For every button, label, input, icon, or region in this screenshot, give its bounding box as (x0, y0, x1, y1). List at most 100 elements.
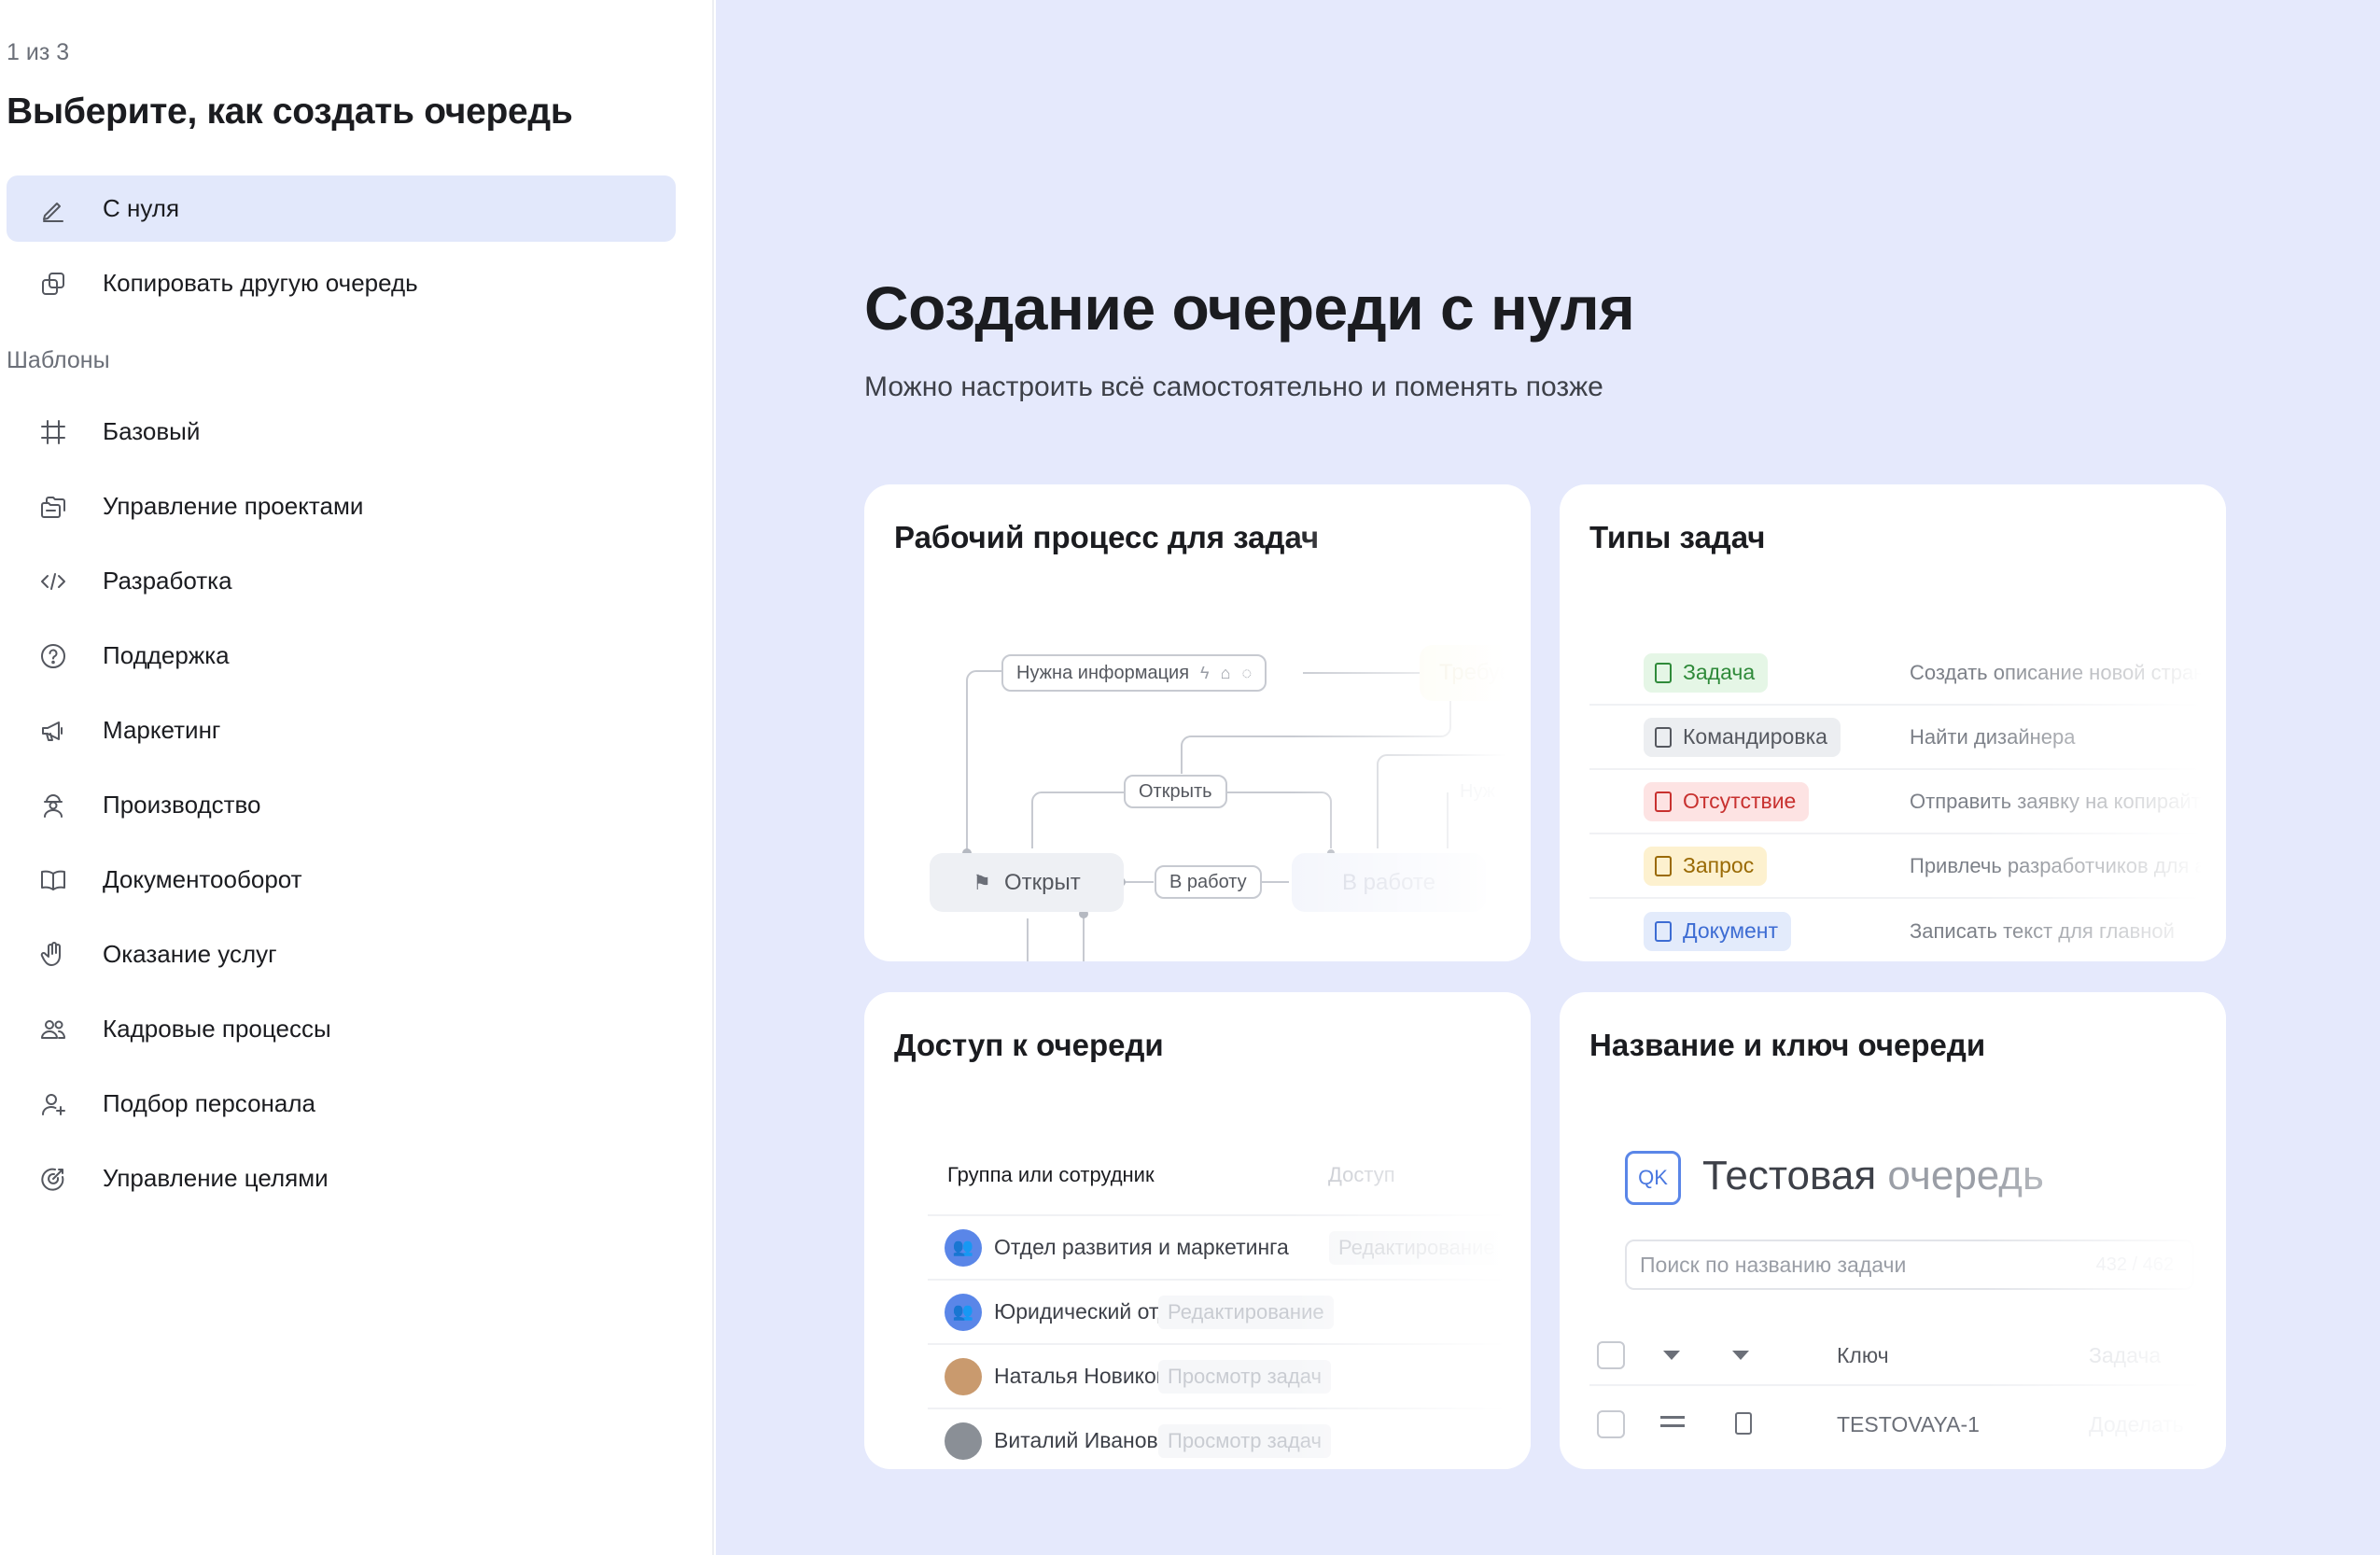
pencil-icon (38, 194, 68, 224)
task-key: TESTOVAYA-1 (1837, 1412, 1980, 1436)
table-divider (1589, 1384, 2226, 1386)
priority-sort-icon (1663, 1351, 1680, 1360)
option-copy-queue[interactable]: Копировать другую очередь (7, 250, 676, 316)
search-counter: 432 / 462 (2095, 1254, 2174, 1275)
document-icon (1655, 726, 1672, 748)
step-indicator: 1 из 3 (7, 39, 70, 65)
template-services[interactable]: Оказание услуг (7, 921, 676, 988)
queue-name-soft: очередь (1887, 1153, 2044, 1198)
task-type-badge: Задача (1644, 652, 1769, 693)
search-placeholder: Поиск по названию задачи (1640, 1252, 1907, 1277)
comment-icon: ◌ (1241, 663, 1253, 682)
target-icon (38, 1164, 68, 1194)
access-subject: Виталий Иванов (994, 1428, 1158, 1452)
task-example: Найти дизайнера (1910, 724, 2076, 749)
user-avatar-icon (945, 1357, 982, 1395)
template-label: Подбор персонала (103, 1089, 315, 1117)
template-label: Базовый (103, 417, 201, 445)
sidebar-title: Выберите, как создать очередь (7, 91, 573, 132)
state-in-work: В работе (1292, 853, 1486, 912)
task-type-row: Запрос Привлечь разработчиков для ана (1589, 834, 2226, 899)
question-icon (38, 641, 68, 671)
access-permission: Редактирование (1329, 1230, 1505, 1265)
template-label: Разработка (103, 567, 232, 595)
access-card: Доступ к очереди Группа или сотрудник До… (864, 992, 1531, 1469)
template-hr-processes[interactable]: Кадровые процессы (7, 996, 676, 1062)
info-icon (1655, 920, 1672, 942)
priority-normal-icon (1660, 1416, 1685, 1427)
task-type-row: Задача Создать описание новой страницы (1589, 641, 2226, 706)
preview-subtitle: Можно настроить всё самостоятельно и пом… (864, 371, 1603, 402)
task-type-badge: Запрос (1644, 846, 1768, 886)
state-open: ⚑ Открыт (930, 853, 1124, 912)
task-example: Привлечь разработчиков для ана (1910, 853, 2226, 877)
state-label: Открыт (1003, 869, 1081, 895)
flag-icon: ⚑ (973, 870, 991, 894)
task-types-card-title: Типы задач (1589, 520, 1766, 554)
template-label: Маркетинг (103, 716, 221, 744)
task-type-label: Отсутствие (1683, 789, 1797, 813)
task-types-card: Типы задач Задача Создать описание новой… (1560, 484, 2226, 961)
book-icon (38, 865, 68, 895)
preview-panel: Создание очереди с нуля Можно настроить … (716, 0, 2380, 1555)
task-summary: Доделать (2089, 1412, 2184, 1436)
template-marketing[interactable]: Маркетинг (7, 697, 676, 763)
option-label: С нуля (103, 194, 180, 222)
lock-icon: ⌂ (1220, 663, 1231, 682)
document-icon (1655, 662, 1672, 683)
transition-label: Нужна информация (1016, 662, 1190, 683)
column-group-header: Группа или сотрудник (947, 1163, 1155, 1186)
copy-icon (38, 269, 68, 299)
people-icon (38, 1015, 68, 1044)
document-icon (1655, 791, 1672, 812)
template-label: Документооборот (103, 865, 302, 893)
task-search-input: Поиск по названию задачи 432 / 462 (1625, 1240, 2194, 1290)
access-permission: Редактирование (1158, 1295, 1334, 1329)
template-label: Управление целями (103, 1164, 329, 1192)
task-type-row: Отсутствие Отправить заявку на копирайти… (1589, 770, 2226, 834)
folders-icon (38, 492, 68, 522)
task-type-label: Документ (1683, 918, 1779, 943)
frame-icon (38, 417, 68, 447)
template-label: Управление проектами (103, 492, 364, 520)
task-type-label: Задача (1683, 660, 1756, 684)
template-production[interactable]: Производство (7, 772, 676, 838)
preview-title: Создание очереди с нуля (864, 273, 1635, 343)
template-document-flow[interactable]: Документооборот (7, 847, 676, 913)
open-transition: Открыть (1124, 775, 1227, 808)
access-subject: Наталья Новикова (994, 1364, 1180, 1388)
task-type-badge: Документ (1644, 911, 1792, 951)
option-from-scratch[interactable]: С нуля (7, 175, 676, 242)
access-row: Наталья Новикова Просмотр задач (928, 1343, 1531, 1408)
queue-name: Тестовая очередь (1702, 1153, 2044, 1199)
template-project-management[interactable]: Управление проектами (7, 473, 676, 539)
column-task-header: Задача (2089, 1343, 2162, 1367)
template-label: Производство (103, 791, 261, 819)
name-key-card: Название и ключ очереди QK Тестовая очер… (1560, 992, 2226, 1469)
task-type-row: Командировка Найти дизайнера (1589, 706, 2226, 770)
templates-section-title: Шаблоны (7, 347, 110, 373)
state-required: Требуе (1420, 645, 1531, 701)
template-goals[interactable]: Управление целями (7, 1145, 676, 1212)
code-icon (38, 567, 68, 596)
access-permission: Просмотр задач (1158, 1359, 1331, 1394)
workflow-side-label: Нуж (1460, 781, 1496, 802)
group-avatar-icon: 👥 (945, 1293, 982, 1331)
select-all-checkbox (1597, 1341, 1625, 1369)
group-avatar-icon: 👥 (945, 1228, 982, 1267)
user-avatar-icon (945, 1422, 982, 1460)
queue-name-strong: Тестовая (1702, 1153, 1877, 1198)
template-recruiting[interactable]: Подбор персонала (7, 1071, 676, 1137)
template-development[interactable]: Разработка (7, 548, 676, 614)
option-label: Копировать другую очередь (103, 269, 418, 297)
workflow-card: Рабочий процесс для задач Нужна информац… (864, 484, 1531, 961)
column-access-header: Доступ (1328, 1163, 1395, 1186)
template-support[interactable]: Поддержка (7, 623, 676, 689)
document-icon (1735, 1412, 1752, 1435)
hand-icon (38, 940, 68, 970)
task-type-label: Запрос (1683, 853, 1755, 877)
megaphone-icon (38, 716, 68, 746)
template-basic[interactable]: Базовый (7, 399, 676, 465)
task-example: Записать текст для главной (1910, 918, 2175, 943)
task-example: Отправить заявку на копирайтинг (1910, 789, 2226, 813)
